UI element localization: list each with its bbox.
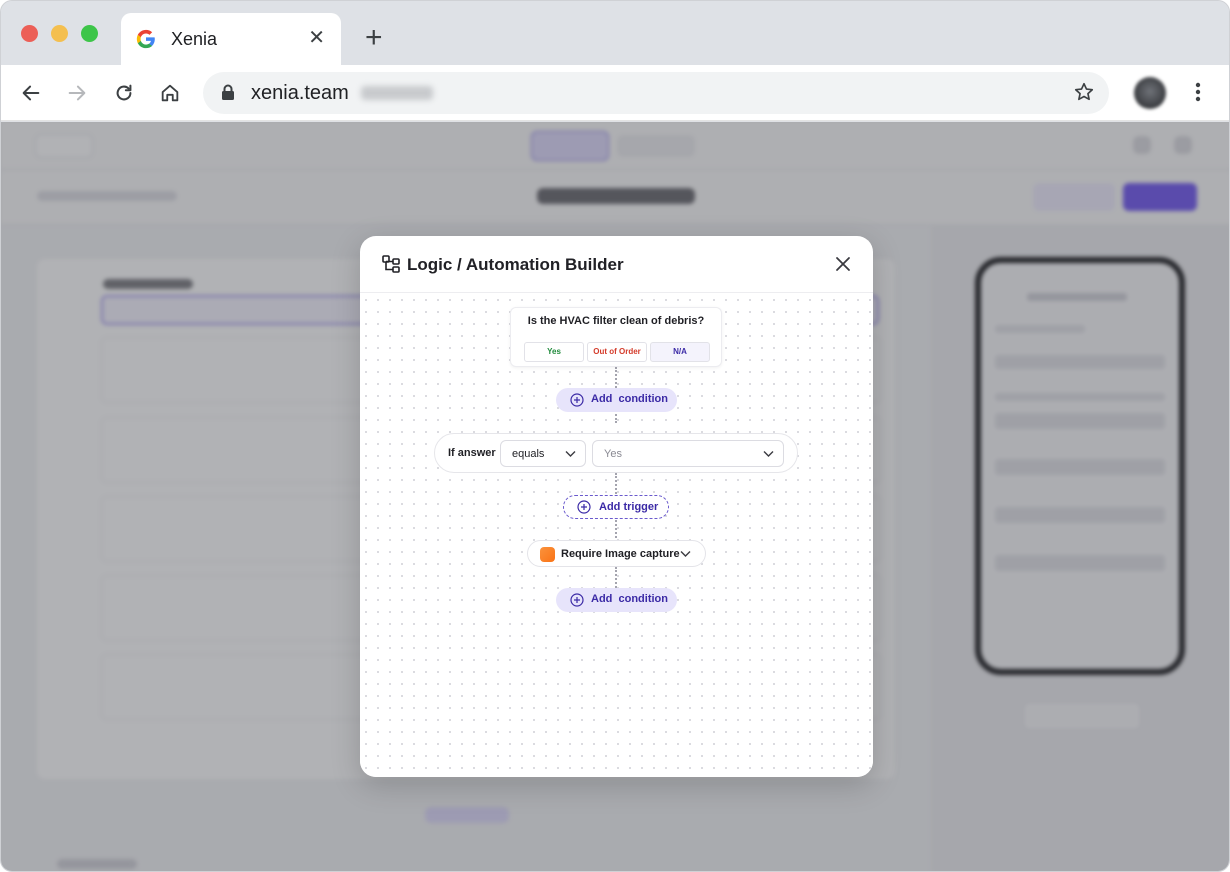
operator-select[interactable]: equals (500, 440, 586, 467)
action-label: Require Image capture (561, 548, 680, 560)
question-text: Is the HVAC filter clean of debris? (527, 315, 705, 327)
add-condition-label: Add condition (591, 393, 668, 405)
forward-arrow-icon (68, 85, 86, 101)
chevron-down-icon (680, 551, 691, 557)
browser-toolbar: xenia.team (1, 65, 1229, 121)
more-vert-icon[interactable] (1191, 81, 1205, 103)
plus-circle-icon (577, 500, 591, 514)
option-na[interactable]: N/A (650, 342, 710, 362)
add-condition-button-2[interactable]: Add condition (556, 588, 677, 612)
condition-row: If answer equals Yes (434, 433, 798, 473)
browser-tab[interactable]: Xenia ✕ (121, 13, 341, 65)
chevron-down-icon (565, 451, 576, 457)
tab-strip: Xenia ✕ + (1, 1, 1229, 65)
address-bar[interactable]: xenia.team (203, 72, 1109, 114)
url-path-blurred (361, 86, 433, 100)
modal-header: Logic / Automation Builder (360, 236, 873, 293)
reload-icon (116, 84, 132, 101)
action-select[interactable]: Require Image capture (527, 540, 706, 567)
back-arrow-icon (22, 85, 40, 101)
modal-title: Logic / Automation Builder (407, 255, 624, 274)
camera-icon (540, 547, 555, 562)
home-button[interactable] (156, 79, 184, 107)
forward-button[interactable] (63, 79, 91, 107)
chevron-down-icon (763, 451, 774, 457)
option-yes[interactable]: Yes (524, 342, 584, 362)
if-answer-label: If answer (448, 447, 496, 459)
question-card: Is the HVAC filter clean of debris? Yes … (510, 307, 722, 367)
profile-avatar[interactable] (1134, 77, 1166, 109)
close-icon[interactable] (835, 256, 851, 272)
answer-select[interactable]: Yes (592, 440, 784, 467)
add-condition-label: Add condition (591, 593, 668, 605)
add-trigger-button[interactable]: Add trigger (563, 495, 669, 519)
new-tab-button[interactable]: + (365, 23, 383, 53)
google-icon (136, 29, 155, 49)
add-trigger-label: Add trigger (599, 501, 659, 513)
logic-builder-modal: Logic / Automation Builder Is the HVAC f… (360, 236, 873, 777)
close-tab-icon[interactable]: ✕ (308, 27, 325, 49)
browser-window: Xenia ✕ + xenia.team Logic / Automation … (0, 0, 1230, 872)
tab-title: Xenia (171, 29, 218, 49)
plus-circle-icon (570, 593, 584, 607)
url-text: xenia.team (251, 82, 349, 104)
answer-value: Yes (604, 448, 622, 460)
close-window-button[interactable] (21, 25, 38, 42)
add-condition-button[interactable]: Add condition (556, 388, 677, 412)
home-icon (161, 84, 179, 102)
lock-icon (222, 84, 234, 100)
flow-tree-icon (382, 255, 400, 273)
reload-button[interactable] (110, 79, 138, 107)
plus-circle-icon (570, 393, 584, 407)
minimize-window-button[interactable] (51, 25, 68, 42)
logic-canvas: Is the HVAC filter clean of debris? Yes … (360, 294, 873, 777)
bookmark-star-icon[interactable] (1073, 81, 1095, 103)
maximize-window-button[interactable] (81, 25, 98, 42)
operator-value: equals (512, 448, 545, 460)
option-out-of-order[interactable]: Out of Order (587, 342, 647, 362)
back-button[interactable] (17, 79, 45, 107)
